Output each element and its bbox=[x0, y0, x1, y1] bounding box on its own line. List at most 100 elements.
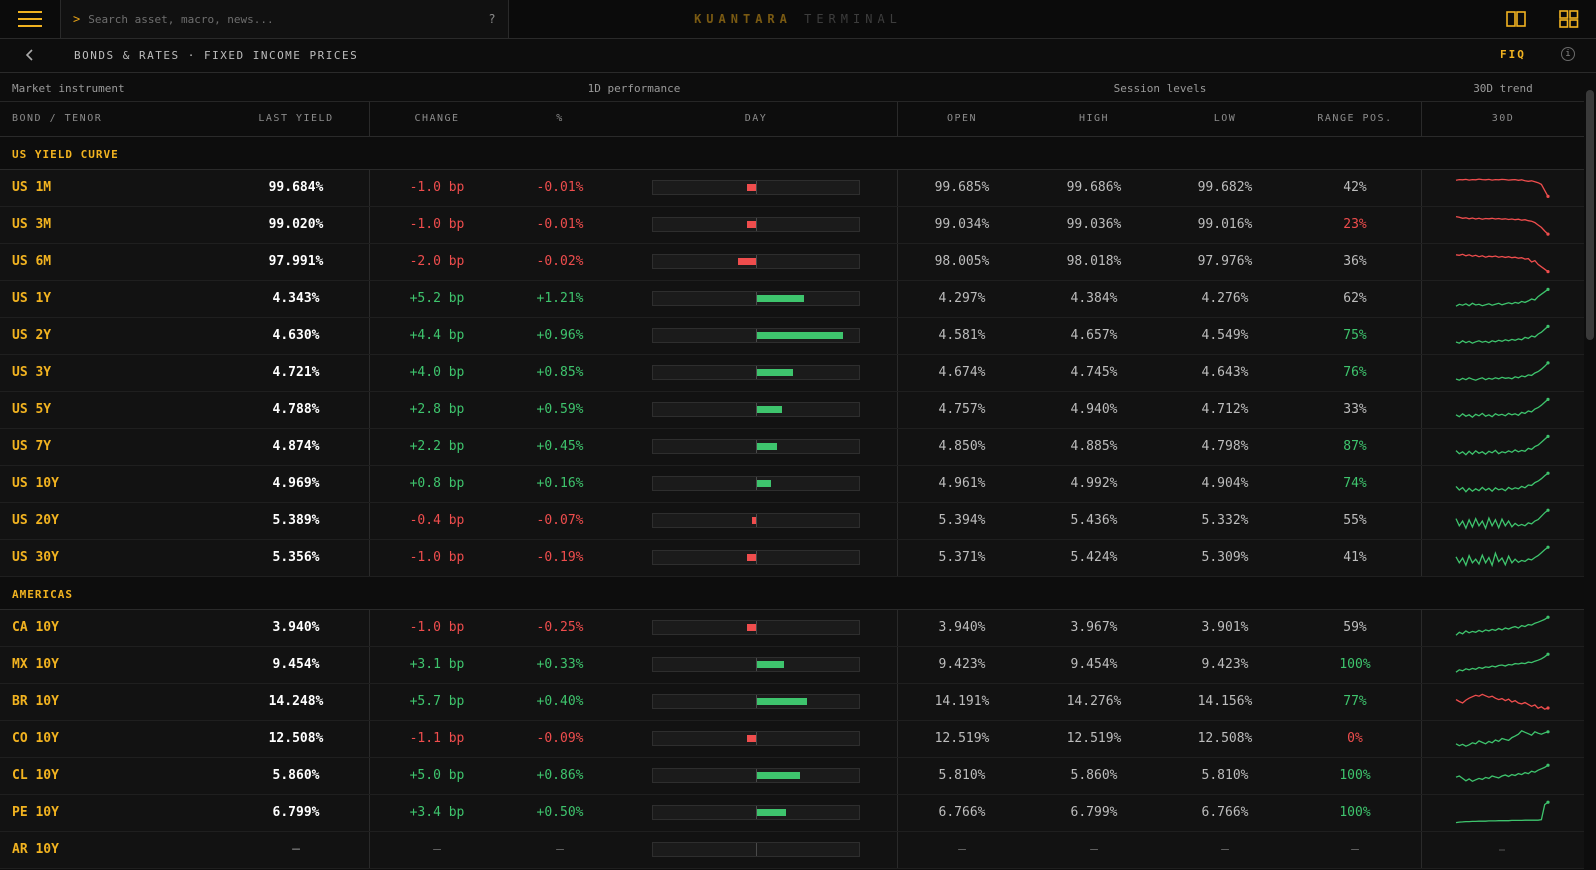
bond-table: Market instrument 1D performance Session… bbox=[0, 73, 1584, 870]
col-header-open[interactable]: OPEN bbox=[898, 102, 1026, 136]
col-header-day[interactable]: DAY bbox=[652, 102, 860, 136]
bond-name[interactable]: US 6M bbox=[12, 244, 51, 280]
back-button[interactable] bbox=[20, 45, 40, 65]
table-row[interactable]: CO 10Y 12.508% -1.1 bp -0.09% 12.519% 12.519%… bbox=[0, 721, 1584, 758]
bond-name[interactable]: US 3M bbox=[12, 207, 51, 243]
change-cell: +4.4 bp bbox=[409, 328, 465, 343]
last-yield-cell: 14.248% bbox=[268, 694, 324, 709]
table-row[interactable]: US 7Y 4.874% +2.2 bp +0.45% 4.850% 4.885% 4.79… bbox=[0, 429, 1584, 466]
open-cell: 98.005% bbox=[934, 254, 990, 269]
bond-name[interactable]: US 1M bbox=[12, 170, 51, 206]
low-cell: 4.643% bbox=[1201, 365, 1249, 380]
col-header-pct[interactable]: % bbox=[504, 102, 616, 136]
col-header-last-yield[interactable]: LAST YIELD bbox=[240, 102, 352, 136]
table-row[interactable]: AR 10Y — — — — — — — bbox=[0, 832, 1584, 869]
bond-name[interactable]: US 30Y bbox=[12, 540, 59, 576]
high-cell: 5.860% bbox=[1070, 768, 1118, 783]
col-header-bond[interactable]: BOND / TENOR bbox=[12, 102, 102, 136]
col-header-range-pos[interactable]: RANGE POS. bbox=[1288, 102, 1422, 136]
section-title: US YIELD CURVE bbox=[12, 148, 119, 161]
open-cell: 14.191% bbox=[934, 694, 990, 709]
sparkline-30d bbox=[1455, 361, 1550, 381]
hamburger-menu-button[interactable] bbox=[0, 0, 60, 38]
table-row[interactable]: MX 10Y 9.454% +3.1 bp +0.33% 9.423% 9.454% 9.4… bbox=[0, 647, 1584, 684]
bond-name[interactable]: US 20Y bbox=[12, 503, 59, 539]
info-icon[interactable]: i bbox=[1561, 47, 1575, 61]
last-yield-cell: 6.799% bbox=[272, 805, 320, 820]
table-row[interactable]: US 3M 99.020% -1.0 bp -0.01% 99.034% 99.036% 9… bbox=[0, 207, 1584, 244]
pct-change-cell: — bbox=[556, 842, 564, 857]
bond-name[interactable]: CL 10Y bbox=[12, 758, 59, 794]
open-cell: 5.394% bbox=[938, 513, 986, 528]
open-cell: 4.581% bbox=[938, 328, 986, 343]
sparkline-30d bbox=[1455, 652, 1550, 673]
table-row[interactable]: US 2Y 4.630% +4.4 bp +0.96% 4.581% 4.657% 4.54… bbox=[0, 318, 1584, 355]
bond-name[interactable]: US 1Y bbox=[12, 281, 51, 317]
sparkline-30d bbox=[1455, 397, 1550, 419]
table-row[interactable]: US 20Y 5.389% -0.4 bp -0.07% 5.394% 5.436% 5.3… bbox=[0, 503, 1584, 540]
table-row[interactable]: CA 10Y 3.940% -1.0 bp -0.25% 3.940% 3.967% 3.9… bbox=[0, 610, 1584, 647]
bond-name[interactable]: BR 10Y bbox=[12, 684, 59, 720]
bond-name[interactable]: US 2Y bbox=[12, 318, 51, 354]
bond-name[interactable]: US 3Y bbox=[12, 355, 51, 391]
pct-change-cell: -0.02% bbox=[536, 254, 584, 269]
low-cell: 5.810% bbox=[1201, 768, 1249, 783]
bond-name[interactable]: MX 10Y bbox=[12, 647, 59, 683]
open-cell: — bbox=[958, 842, 966, 857]
bond-name[interactable]: CA 10Y bbox=[12, 610, 59, 646]
open-cell: 99.685% bbox=[934, 180, 990, 195]
grid-view-icon[interactable] bbox=[1558, 9, 1580, 29]
table-row[interactable]: CL 10Y 5.860% +5.0 bp +0.86% 5.810% 5.860% 5.8… bbox=[0, 758, 1584, 795]
help-button[interactable]: ? bbox=[476, 0, 509, 38]
table-row[interactable]: US 1M 99.684% -1.0 bp -0.01% 99.685% 99.686% 9… bbox=[0, 170, 1584, 207]
day-range-bar bbox=[652, 328, 860, 343]
low-cell: 4.904% bbox=[1201, 476, 1249, 491]
table-row[interactable]: US 30Y 5.356% -1.0 bp -0.19% 5.371% 5.424% 5.3… bbox=[0, 540, 1584, 577]
day-bar-fill bbox=[738, 258, 756, 265]
col-header-low[interactable]: LOW bbox=[1162, 102, 1288, 136]
sparkline-30d bbox=[1455, 215, 1550, 236]
last-yield-cell: 4.788% bbox=[272, 402, 320, 417]
change-cell: +5.2 bp bbox=[409, 291, 465, 306]
day-bar-fill bbox=[757, 809, 786, 816]
group-header-instrument: Market instrument bbox=[12, 82, 125, 95]
table-row[interactable]: US 1Y 4.343% +5.2 bp +1.21% 4.297% 4.384% 4.27… bbox=[0, 281, 1584, 318]
sparkline-30d bbox=[1455, 287, 1550, 307]
bond-name[interactable]: AR 10Y bbox=[12, 832, 59, 868]
table-row[interactable]: US 3Y 4.721% +4.0 bp +0.85% 4.674% 4.745% 4.64… bbox=[0, 355, 1584, 392]
table-row[interactable]: US 10Y 4.969% +0.8 bp +0.16% 4.961% 4.992% 4.9… bbox=[0, 466, 1584, 503]
open-cell: 3.940% bbox=[938, 620, 986, 635]
day-range-bar bbox=[652, 291, 860, 306]
table-row[interactable]: PE 10Y 6.799% +3.4 bp +0.50% 6.766% 6.799% 6.7… bbox=[0, 795, 1584, 832]
change-cell: +4.0 bp bbox=[409, 365, 465, 380]
last-yield-cell: 5.389% bbox=[272, 513, 320, 528]
bond-name[interactable]: US 5Y bbox=[12, 392, 51, 428]
section-header: AMERICAS bbox=[0, 577, 1584, 610]
bond-name[interactable]: PE 10Y bbox=[12, 795, 59, 831]
day-range-bar bbox=[652, 254, 860, 269]
pct-change-cell: +0.59% bbox=[536, 402, 584, 417]
table-row[interactable]: US 6M 97.991% -2.0 bp -0.02% 98.005% 98.018% 9… bbox=[0, 244, 1584, 281]
change-cell: — bbox=[433, 842, 441, 857]
col-header-high[interactable]: HIGH bbox=[1026, 102, 1162, 136]
open-cell: 99.034% bbox=[934, 217, 990, 232]
col-header-30d[interactable]: 30D bbox=[1422, 102, 1584, 136]
sparkline-30d bbox=[1455, 178, 1550, 198]
bond-name[interactable]: US 7Y bbox=[12, 429, 51, 465]
day-bar-fill bbox=[757, 661, 784, 668]
table-row[interactable]: US 5Y 4.788% +2.8 bp +0.59% 4.757% 4.940% 4.71… bbox=[0, 392, 1584, 429]
search-input[interactable] bbox=[86, 11, 471, 27]
low-cell: 99.682% bbox=[1197, 180, 1253, 195]
day-range-bar bbox=[652, 180, 860, 195]
split-view-icon[interactable] bbox=[1505, 9, 1527, 29]
change-cell: -1.0 bp bbox=[409, 620, 465, 635]
table-row[interactable]: BR 10Y 14.248% +5.7 bp +0.40% 14.191% 14.276%… bbox=[0, 684, 1584, 721]
open-cell: 4.850% bbox=[938, 439, 986, 454]
day-range-bar bbox=[652, 842, 860, 857]
sparkline-30d bbox=[1455, 763, 1550, 783]
sparkline-30d bbox=[1455, 800, 1550, 824]
col-header-change[interactable]: CHANGE bbox=[370, 102, 504, 136]
bond-name[interactable]: CO 10Y bbox=[12, 721, 59, 757]
scrollbar[interactable] bbox=[1586, 90, 1594, 340]
bond-name[interactable]: US 10Y bbox=[12, 466, 59, 502]
